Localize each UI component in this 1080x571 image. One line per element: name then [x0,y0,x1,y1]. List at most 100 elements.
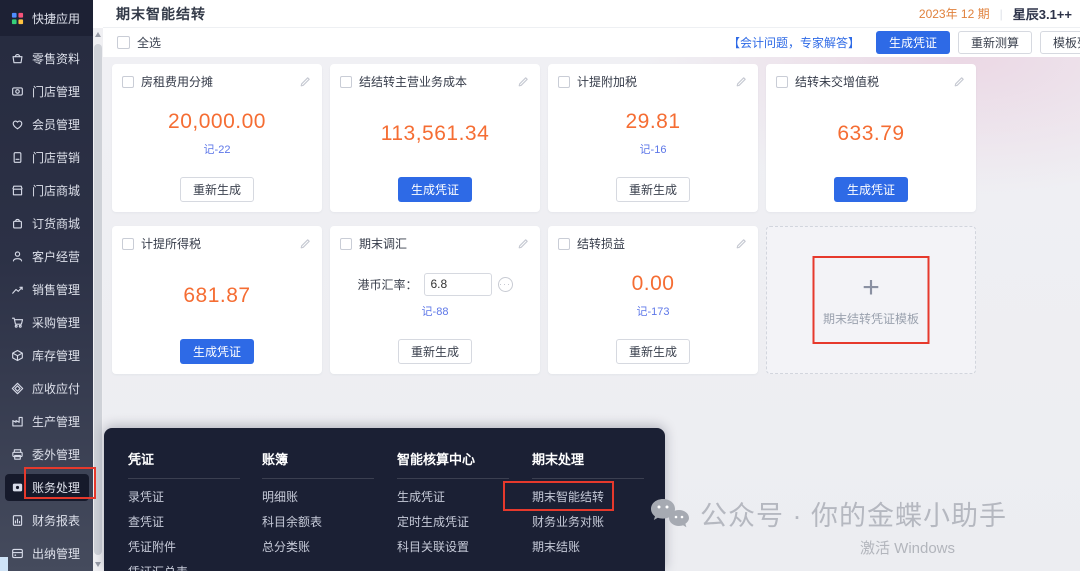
edit-pencil-icon[interactable] [516,75,530,89]
card-checkbox[interactable] [340,238,352,250]
sidebar-item-store-mall[interactable]: 门店商城 [0,174,93,207]
generate-voucher-button[interactable]: 生成凭证 [180,339,254,364]
vertical-scrollbar[interactable] [93,28,103,571]
edit-pencil-icon[interactable] [298,75,312,89]
accounting-icon [11,481,24,494]
card-checkbox[interactable] [122,238,134,250]
sidebar-item-label: 生产管理 [32,413,80,430]
scrollbar-thumb[interactable] [94,44,102,555]
menu-item-enter-voucher[interactable]: 录凭证 [128,490,240,504]
sidebar-item-member-management[interactable]: 会员管理 [0,108,93,141]
edit-pencil-icon[interactable] [952,75,966,89]
sidebar-item-label: 应收应付 [32,380,80,397]
menu-column-period-end: 期末处理 期末智能结转 财务业务对账 期末结账 [532,452,644,554]
edit-pencil-icon[interactable] [516,237,530,251]
accounting-mega-menu: 凭证 录凭证 查凭证 凭证附件 凭证汇总表 账簿 明细账 科目余额表 总分类账 … [104,428,665,571]
card-checkbox[interactable] [122,76,134,88]
edit-pencil-icon[interactable] [734,75,748,89]
add-template-label: 期末结转凭证模板 [823,310,919,327]
expert-answer-link[interactable]: 【会计问题，专家解答】 [728,34,860,51]
regenerate-button[interactable]: 重新生成 [180,177,254,202]
card-checkbox[interactable] [340,76,352,88]
generate-voucher-button[interactable]: 生成凭证 [834,177,908,202]
regenerate-button[interactable]: 重新生成 [616,177,690,202]
edit-pencil-icon[interactable] [734,237,748,251]
hkd-rate-input[interactable] [424,273,492,296]
recalculate-button[interactable]: 重新测算 [958,31,1032,54]
menu-item-period-end-smart-carryover[interactable]: 期末智能结转 [532,490,644,504]
sidebar-item-label: 采购管理 [32,314,80,331]
sidebar-item-customer-operation[interactable]: 客户经营 [0,240,93,273]
card-checkbox[interactable] [558,76,570,88]
financial-report-icon [11,514,24,527]
cashier-management-icon [11,547,24,560]
voucher-link[interactable]: 记-22 [204,141,231,157]
voucher-link[interactable]: 记-16 [640,141,667,157]
inventory-management-icon [11,349,24,362]
regenerate-button[interactable]: 重新生成 [616,339,690,364]
regenerate-button[interactable]: 重新生成 [398,339,472,364]
sidebar-item-receivable-payable[interactable]: 应收应付 [0,372,93,405]
menu-item-period-end-closing[interactable]: 期末结账 [532,540,644,554]
sidebar-item-label: 出纳管理 [32,545,80,562]
menu-item-account-mapping[interactable]: 科目关联设置 [397,540,509,554]
sidebar-item-label: 库存管理 [32,347,80,364]
sidebar-item-purchase-management[interactable]: 采购管理 [0,306,93,339]
customer-operation-icon [11,250,24,263]
card-checkbox[interactable] [776,76,788,88]
voucher-link[interactable]: 记-88 [422,303,449,319]
template-list-button[interactable]: 模板列表 [1040,31,1080,54]
menu-column-voucher: 凭证 录凭证 查凭证 凭证附件 凭证汇总表 [128,452,240,571]
store-mall-icon [11,184,24,197]
menu-item-detail-ledger[interactable]: 明细账 [262,490,374,504]
card-checkbox[interactable] [558,238,570,250]
card-carryover-profit-loss: 结转损益 0.00 记-173 重新生成 [548,226,758,374]
menu-column-ledger: 账簿 明细账 科目余额表 总分类账 [262,452,374,554]
menu-item-voucher-attachment[interactable]: 凭证附件 [128,540,240,554]
card-add-template[interactable]: + 期末结转凭证模板 [766,226,976,374]
voucher-link[interactable]: 记-173 [636,303,669,319]
more-options-icon[interactable] [498,277,513,292]
sidebar-item-outsourcing-management[interactable]: 委外管理 [0,438,93,471]
plus-icon: + [862,274,880,302]
title-row: 期末智能结转 2023年 12 期 | 星辰3.1++ [103,0,1080,28]
sidebar-item-retail-data[interactable]: 零售资料 [0,42,93,75]
menu-item-finance-business-reconcile[interactable]: 财务业务对账 [532,515,644,529]
sidebar-item-sales-management[interactable]: 销售管理 [0,273,93,306]
sidebar: 快捷应用 零售资料 门店管理 会员管理 门店营销 [0,0,93,571]
menu-item-query-voucher[interactable]: 查凭证 [128,515,240,529]
menu-item-voucher-summary[interactable]: 凭证汇总表 [128,565,240,571]
sidebar-item-financial-report[interactable]: 财务报表 [0,504,93,537]
menu-item-generate-voucher[interactable]: 生成凭证 [397,490,509,504]
hkd-rate-label: 港币汇率： [357,276,417,293]
outsourcing-management-icon [11,448,24,461]
sidebar-item-inventory-management[interactable]: 库存管理 [0,339,93,372]
menu-item-general-ledger[interactable]: 总分类账 [262,540,374,554]
accounting-period: 2023年 12 期 [919,5,990,22]
menu-divider [397,478,509,479]
sidebar-item-order-mall[interactable]: 订货商城 [0,207,93,240]
generate-voucher-button[interactable]: 生成凭证 [398,177,472,202]
annotation-box-add-template[interactable]: + 期末结转凭证模板 [813,256,930,344]
sidebar-item-label: 销售管理 [32,281,80,298]
select-all-checkbox[interactable] [117,36,130,49]
sidebar-item-store-marketing[interactable]: 门店营销 [0,141,93,174]
carryover-cards-grid: 房租费用分摊 20,000.00 记-22 重新生成 结结转主营业务成本 113… [112,64,976,374]
menu-item-account-balance[interactable]: 科目余额表 [262,515,374,529]
select-all-label: 全选 [137,34,161,51]
card-rent-expense-allocation: 房租费用分摊 20,000.00 记-22 重新生成 [112,64,322,212]
card-amount: 633.79 [837,122,904,146]
card-amount: 20,000.00 [168,110,266,134]
sidebar-item-cashier-management[interactable]: 出纳管理 [0,537,93,570]
scroll-down-arrow-icon[interactable] [95,562,101,567]
sidebar-item-accounting[interactable]: 账务处理 [0,471,93,504]
menu-item-scheduled-voucher[interactable]: 定时生成凭证 [397,515,509,529]
menu-divider [532,478,644,479]
edit-pencil-icon[interactable] [298,237,312,251]
sidebar-item-store-management[interactable]: 门店管理 [0,75,93,108]
card-amount: 113,561.34 [381,122,490,146]
generate-voucher-button[interactable]: 生成凭证 [876,31,950,54]
sidebar-item-production-management[interactable]: 生产管理 [0,405,93,438]
sidebar-item-quick-apps[interactable]: 快捷应用 [0,0,93,36]
scroll-up-arrow-icon[interactable] [95,32,101,37]
